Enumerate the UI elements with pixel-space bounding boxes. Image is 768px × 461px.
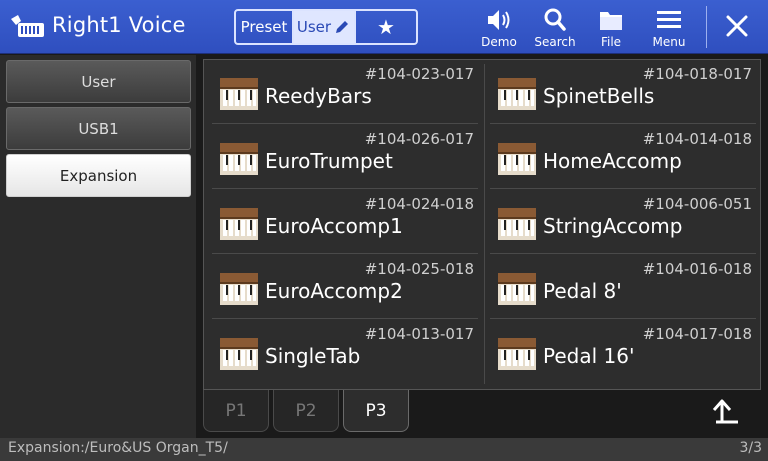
voice-item[interactable]: #104-014-018 HomeAccomp	[484, 125, 756, 189]
organ-voice-icon	[220, 273, 258, 305]
organ-voice-icon	[498, 208, 536, 240]
file-button[interactable]: File	[582, 6, 640, 52]
row-divider	[212, 253, 478, 254]
voice-number: #104-025-018	[364, 260, 474, 278]
row-divider	[490, 318, 756, 319]
star-icon: ★	[377, 15, 395, 39]
organ-voice-icon	[220, 208, 258, 240]
organ-voice-icon	[498, 273, 536, 305]
header-divider	[706, 6, 707, 48]
voice-number: #104-026-017	[364, 130, 474, 148]
voice-item[interactable]: #104-018-017 SpinetBells	[484, 60, 756, 124]
voice-number: #104-023-017	[364, 65, 474, 83]
file-label: File	[600, 35, 622, 49]
sidebar-item-label: User	[81, 72, 116, 91]
voice-item[interactable]: #104-026-017 EuroTrumpet	[206, 125, 478, 189]
tab-page-label: P3	[365, 400, 387, 421]
tab-user[interactable]: User	[294, 11, 356, 43]
tab-preset[interactable]: Preset	[236, 11, 294, 43]
menu-label: Menu	[652, 35, 686, 49]
voice-number: #104-013-017	[364, 325, 474, 343]
voice-item[interactable]: #104-025-018 EuroAccomp2	[206, 255, 478, 319]
voice-name: ReedyBars	[265, 84, 372, 108]
voice-name: SingleTab	[265, 344, 361, 368]
voice-name: EuroAccomp2	[265, 279, 403, 303]
voice-name: EuroAccomp1	[265, 214, 403, 238]
tab-preset-label: Preset	[240, 18, 288, 36]
organ-voice-icon	[498, 338, 536, 370]
menu-icon	[657, 11, 681, 28]
location-sidebar: User USB1 Expansion	[0, 55, 196, 438]
voice-list: #104-023-017 ReedyBars #104-018-017 SpinetB…	[203, 59, 761, 390]
voice-item[interactable]: #104-016-018 Pedal 8'	[484, 255, 756, 319]
voice-name: Pedal 16'	[543, 344, 635, 368]
voice-number: #104-014-018	[642, 130, 752, 148]
status-bar: Expansion:/Euro&US Organ_T5/ 3/3	[0, 438, 768, 461]
row-divider	[490, 188, 756, 189]
voice-number: #104-006-051	[642, 195, 752, 213]
pencil-icon	[336, 21, 349, 33]
tab-page-label: P2	[295, 400, 317, 421]
sidebar-item-expansion[interactable]: Expansion	[6, 154, 191, 197]
demo-label: Demo	[481, 35, 517, 49]
folder-icon	[600, 12, 622, 30]
voice-item[interactable]: #104-017-018 Pedal 16'	[484, 320, 756, 384]
sidebar-item-usb1[interactable]: USB1	[6, 107, 191, 150]
row-divider	[212, 188, 478, 189]
search-icon	[544, 8, 566, 31]
tab-page-label: P1	[225, 400, 247, 421]
sidebar-item-user[interactable]: User	[6, 60, 191, 103]
tab-favorite[interactable]: ★	[356, 11, 416, 43]
organ-voice-icon	[498, 143, 536, 175]
tab-page-3[interactable]: P3	[343, 390, 409, 432]
row-divider	[490, 253, 756, 254]
organ-voice-icon	[220, 338, 258, 370]
header-bar: Right1 Voice Preset User ★ Demo Search F…	[0, 0, 768, 54]
voice-name: EuroTrumpet	[265, 149, 393, 173]
search-label: Search	[534, 35, 576, 49]
current-path: Expansion:/Euro&US Organ_T5/	[8, 440, 228, 456]
voice-number: #104-024-018	[364, 195, 474, 213]
row-divider	[212, 318, 478, 319]
organ-voice-icon	[498, 78, 536, 110]
organ-voice-icon	[220, 78, 258, 110]
search-button[interactable]: Search	[526, 6, 584, 52]
voice-name: Pedal 8'	[543, 279, 622, 303]
voice-number: #104-017-018	[642, 325, 752, 343]
sidebar-item-label: USB1	[78, 119, 119, 138]
voice-number: #104-018-017	[642, 65, 752, 83]
voice-name: HomeAccomp	[543, 149, 682, 173]
voice-name: StringAccomp	[543, 214, 683, 238]
speaker-icon	[488, 10, 510, 30]
demo-button[interactable]: Demo	[470, 6, 528, 52]
voice-item[interactable]: #104-023-017 ReedyBars	[206, 60, 478, 124]
organ-voice-icon	[11, 15, 44, 37]
organ-voice-icon	[220, 143, 258, 175]
page-title: Right1 Voice	[52, 13, 186, 37]
voice-item[interactable]: #104-006-051 StringAccomp	[484, 190, 756, 254]
tab-page-2[interactable]: P2	[273, 390, 339, 432]
page-indicator: 3/3	[739, 440, 762, 456]
voice-bank-tabs: Preset User ★	[234, 9, 418, 45]
up-arrow-icon[interactable]	[706, 396, 746, 430]
sidebar-item-label: Expansion	[59, 166, 138, 185]
voice-number: #104-016-018	[642, 260, 752, 278]
row-divider	[212, 123, 478, 124]
close-icon[interactable]	[714, 8, 758, 46]
menu-button[interactable]: Menu	[640, 6, 698, 52]
voice-name: SpinetBells	[543, 84, 655, 108]
tab-user-label: User	[296, 18, 332, 36]
row-divider	[490, 123, 756, 124]
voice-item[interactable]: #104-013-017 SingleTab	[206, 320, 478, 384]
voice-item[interactable]: #104-024-018 EuroAccomp1	[206, 190, 478, 254]
tab-page-1[interactable]: P1	[203, 390, 269, 432]
